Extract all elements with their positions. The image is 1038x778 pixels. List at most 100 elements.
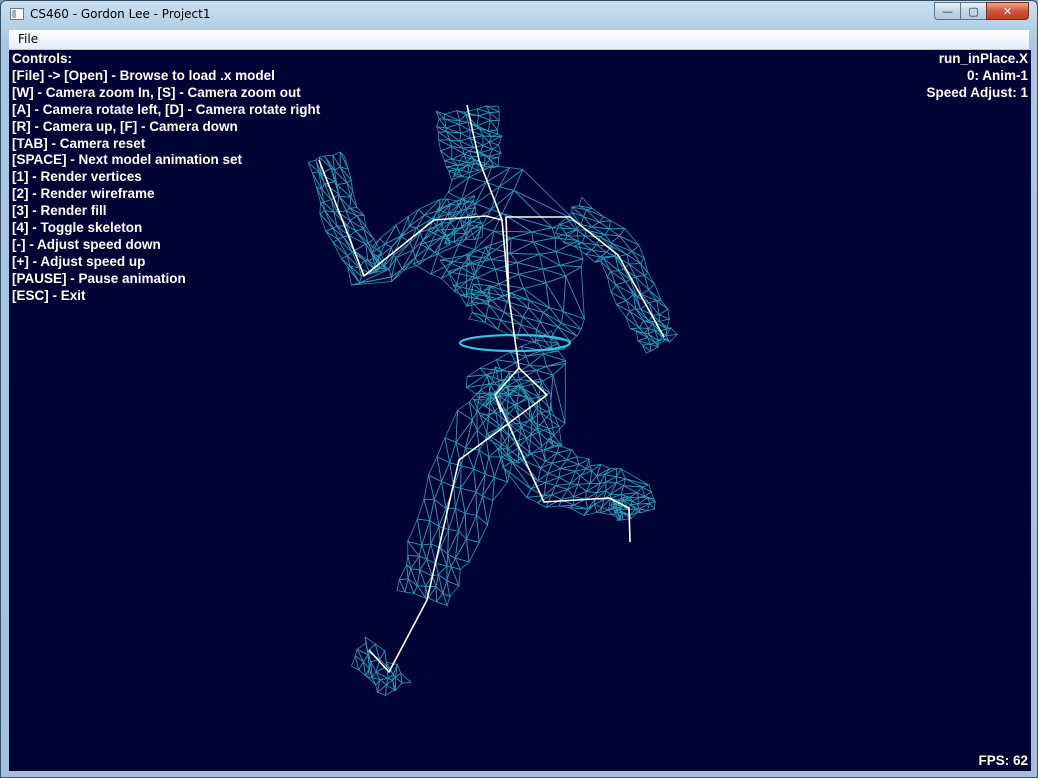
mesh-triangle [390, 256, 403, 278]
window-title: CS460 - Gordon Lee - Project1 [30, 7, 211, 21]
mesh-triangle [635, 276, 650, 295]
mesh-triangle [395, 249, 415, 270]
mesh-triangle [429, 519, 440, 545]
mesh-triangle [418, 555, 428, 572]
control-line: [+] - Adjust speed up [12, 253, 146, 269]
mesh-triangle [648, 501, 656, 511]
mesh-triangle [440, 461, 455, 488]
mesh-triangle [488, 456, 502, 479]
mesh-triangle [354, 228, 369, 244]
mesh-triangle [555, 251, 585, 266]
mesh-triangle [467, 203, 493, 226]
mesh-triangle [349, 215, 365, 230]
mesh-triangle [547, 462, 562, 475]
mesh-triangle [339, 151, 349, 170]
mesh-triangle [509, 237, 535, 255]
mesh-triangle [658, 308, 670, 320]
mesh-triangle [423, 475, 435, 500]
skeleton [318, 104, 665, 673]
control-line: [R] - Camera up, [F] - Camera down [12, 118, 238, 134]
mesh-triangle [475, 181, 501, 204]
mesh-triangle [407, 517, 423, 546]
mesh-triangle [546, 467, 561, 478]
control-line: [4] - Toggle skeleton [12, 220, 143, 236]
mesh-triangle [338, 195, 352, 210]
mesh-triangle [456, 401, 473, 421]
mesh-triangle [448, 508, 460, 532]
control-line: [PAUSE] - Pause animation [12, 270, 186, 286]
mesh-triangle [475, 491, 484, 516]
mesh-triangle [465, 515, 480, 543]
mesh-triangle [629, 511, 638, 520]
skeleton-front-leg [368, 367, 548, 673]
mesh-triangle [385, 684, 396, 697]
mesh-triangle [616, 519, 623, 521]
mesh-triangle [501, 189, 553, 229]
skeleton-spine [466, 104, 520, 413]
mesh-triangle [522, 282, 550, 309]
mesh-triangle [481, 141, 493, 150]
maximize-button[interactable]: ▢ [960, 2, 986, 20]
mesh-triangle [409, 554, 421, 571]
mesh-triangle [610, 235, 633, 252]
control-line: [A] - Camera rotate left, [D] - Camera r… [12, 101, 321, 117]
mesh-triangle [556, 445, 574, 454]
mesh-triangle [476, 414, 490, 439]
mesh-triangle [464, 512, 478, 540]
mesh-triangle [559, 459, 581, 470]
render-viewport[interactable]: Controls: [File] -> [Open] - Browse to l… [9, 50, 1031, 771]
mesh-triangle [531, 237, 557, 253]
mesh-triangle [464, 491, 477, 516]
control-line: [1] - Render vertices [12, 169, 142, 185]
control-line: [2] - Render wireframe [12, 186, 155, 202]
mesh-triangle [394, 676, 403, 692]
mesh-triangle [542, 268, 568, 284]
mesh-triangle [619, 235, 640, 253]
mesh-triangle [454, 488, 466, 515]
mesh-triangle [446, 553, 457, 568]
minimize-button[interactable]: — [934, 2, 960, 20]
title-bar[interactable]: CS460 - Gordon Lee - Project1 — ▢ ✕ [1, 1, 1037, 27]
mesh-triangle [565, 266, 585, 319]
mesh-triangle [495, 359, 518, 372]
mesh-triangle [436, 436, 451, 464]
mesh-triangle [513, 189, 575, 229]
mesh-triangle [614, 281, 635, 296]
mesh-triangle [479, 414, 500, 435]
control-line: [SPACE] - Next model animation set [12, 152, 243, 168]
mesh-triangle [482, 495, 494, 526]
mesh-triangle [455, 409, 473, 444]
mesh-triangle [427, 455, 442, 483]
control-line: [3] - Render fill [12, 203, 107, 219]
mesh-triangle [500, 445, 508, 458]
caption-buttons: — ▢ ✕ [934, 2, 1029, 20]
mesh-triangle [629, 508, 639, 516]
mesh-triangle [516, 262, 543, 275]
mesh-triangle [354, 655, 365, 671]
mesh-triangle [447, 529, 460, 555]
mesh-triangle [610, 291, 628, 306]
control-line: [-] - Adjust speed down [12, 236, 161, 252]
mesh-triangle [631, 244, 645, 259]
mesh-triangle [531, 231, 556, 243]
mesh-triangle [523, 288, 550, 308]
close-button[interactable]: ✕ [986, 2, 1029, 20]
mesh-triangle [510, 231, 534, 243]
mesh-triangle [460, 465, 475, 490]
mesh-triangle [444, 437, 457, 463]
mesh-triangle [620, 467, 650, 486]
mesh-triangle [455, 441, 466, 466]
mesh-triangle [467, 165, 493, 183]
mesh-triangle [427, 474, 442, 501]
menu-file[interactable]: File [9, 30, 47, 49]
mesh-triangle [576, 456, 591, 466]
animation-set-label: 0: Anim-1 [966, 67, 1028, 83]
mesh-triangle [491, 144, 502, 154]
mesh-triangle [489, 111, 501, 122]
controls-help: Controls: [File] -> [Open] - Browse to l… [12, 51, 320, 305]
mesh-triangle [476, 268, 500, 285]
mesh-triangle [625, 316, 641, 330]
mesh-triangle [509, 253, 540, 264]
mesh-triangle [577, 475, 592, 485]
mesh-triangle [400, 672, 412, 684]
